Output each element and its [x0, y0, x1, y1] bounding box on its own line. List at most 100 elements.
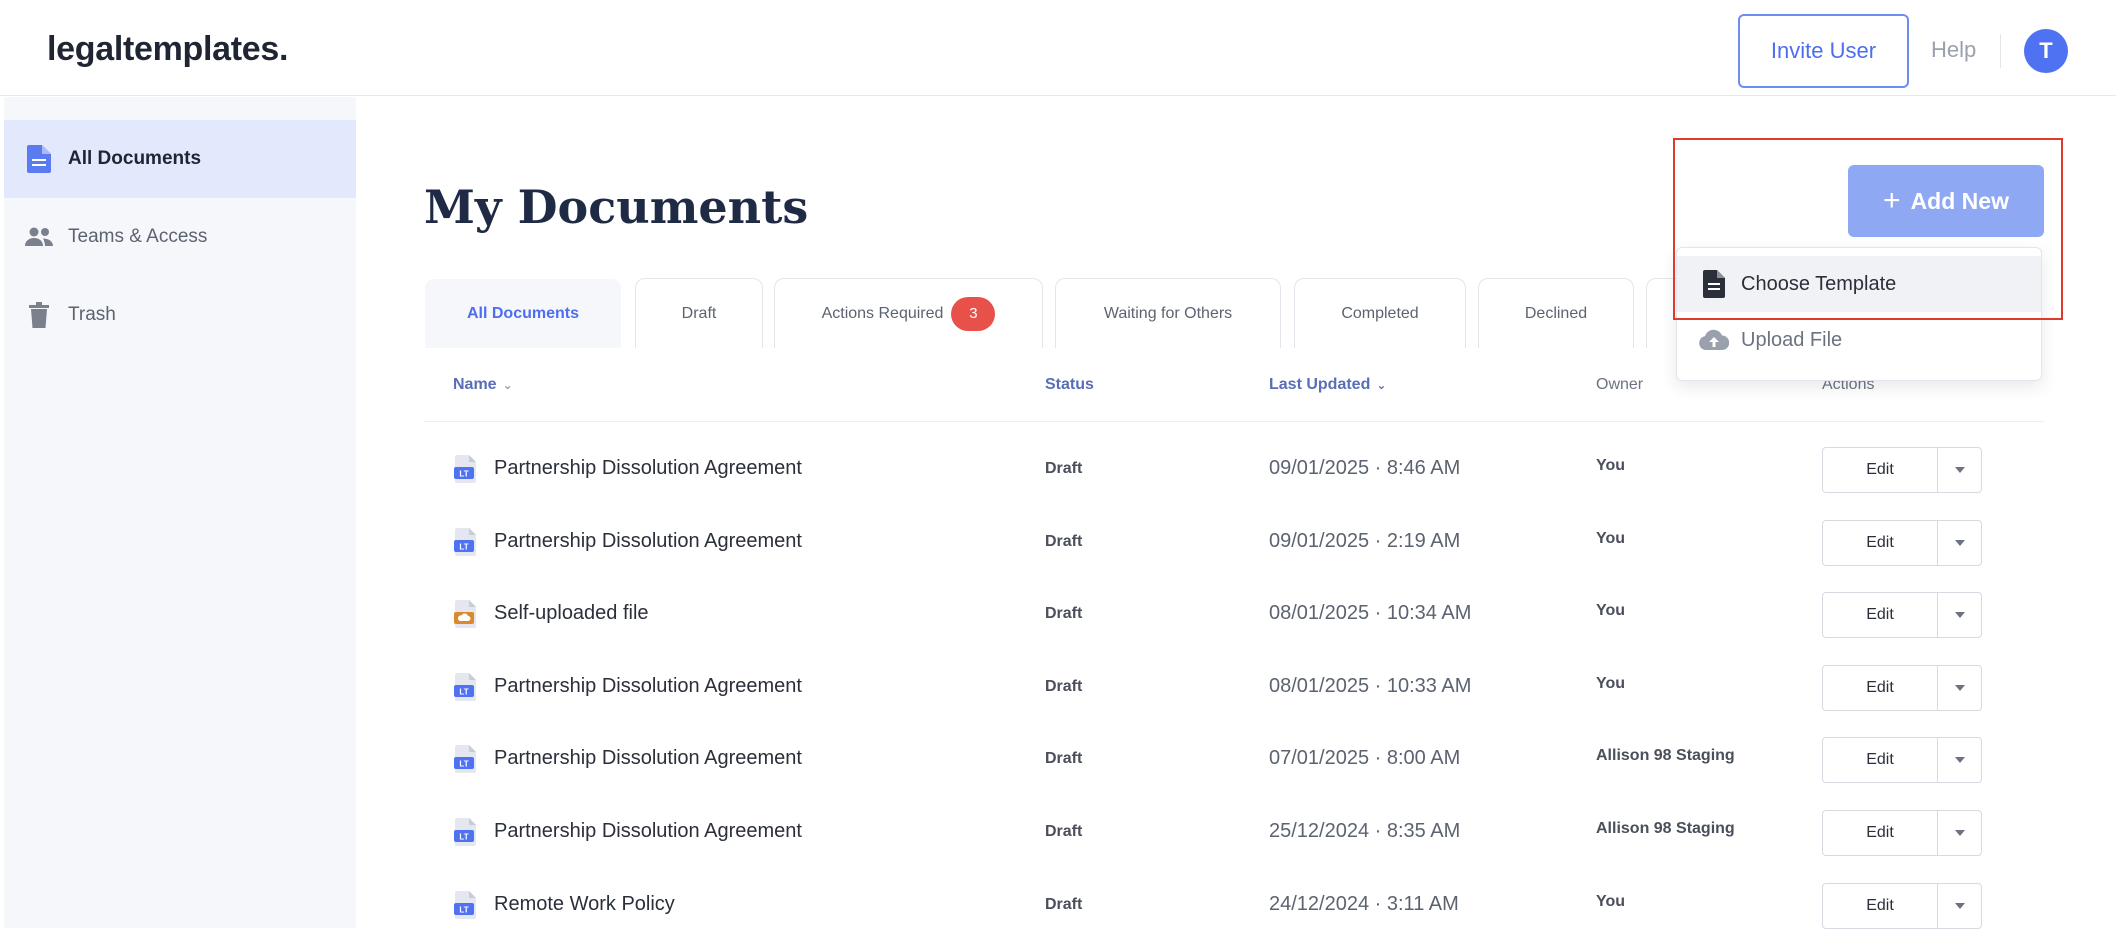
page-title: My Documents: [424, 180, 809, 234]
owner: You: [1596, 529, 1626, 547]
help-link[interactable]: Help: [1931, 37, 1976, 63]
add-new-button[interactable]: + Add New: [1848, 165, 2044, 237]
divider: [424, 421, 2044, 422]
document-name[interactable]: Remote Work Policy: [494, 893, 675, 916]
tab-all-documents[interactable]: All Documents: [424, 278, 622, 348]
tab-label: Completed: [1341, 304, 1419, 322]
last-updated: 09/01/2025 · 8:46 AM: [1269, 457, 1461, 479]
edit-button[interactable]: Edit: [1823, 593, 1938, 638]
legal-template-icon: LT: [454, 818, 482, 846]
top-bar: legaltemplates. Invite User Help T: [0, 0, 2116, 96]
document-name[interactable]: Partnership Dissolution Agreement: [494, 820, 802, 843]
owner: You: [1596, 457, 1626, 474]
table-row[interactable]: LT Partnership Dissolution Agreement Draft…: [424, 723, 2044, 795]
legal-template-icon: LT: [454, 890, 482, 919]
sidebar-item-all-documents[interactable]: All Documents: [4, 120, 356, 198]
sidebar: All Documents Teams & Access Trash: [4, 97, 356, 928]
tab-actions-required[interactable]: Actions Required 3: [774, 278, 1043, 348]
uploaded-file-icon: [454, 600, 482, 629]
edit-button[interactable]: Edit: [1823, 665, 1938, 710]
tab-declined[interactable]: Declined: [1478, 278, 1634, 348]
table-row[interactable]: Self-uploaded file Draft 08/01/2025 · 10:3…: [424, 578, 2044, 650]
edit-button[interactable]: Edit: [1823, 448, 1938, 492]
status-text: Draft: [1045, 677, 1083, 695]
status-text: Draft: [1045, 750, 1083, 768]
document-name[interactable]: Partnership Dissolution Agreement: [494, 530, 802, 553]
edit-button-group: Edit: [1822, 519, 1982, 566]
svg-text:LT: LT: [459, 905, 468, 914]
table-row[interactable]: LT Partnership Dissolution Agreement Draft…: [424, 506, 2044, 578]
table-row[interactable]: LT Partnership Dissolution Agreement Draft…: [424, 796, 2044, 868]
caret-down-icon: [1954, 684, 1965, 691]
more-actions-button[interactable]: [1938, 738, 1981, 782]
caret-down-icon: [1954, 830, 1965, 836]
tab-waiting-for-others[interactable]: Waiting for Others: [1055, 278, 1281, 348]
edit-button-group: Edit: [1822, 664, 1982, 711]
column-header-name[interactable]: Name ⌄: [453, 376, 513, 394]
invite-user-button[interactable]: Invite User: [1738, 14, 1909, 88]
more-actions-button[interactable]: [1938, 593, 1981, 637]
edit-button[interactable]: Edit: [1823, 811, 1938, 855]
sidebar-item-trash[interactable]: Trash: [4, 276, 356, 354]
edit-button-group: Edit: [1822, 447, 1982, 493]
owner: Allison 98 Staging: [1596, 820, 1735, 837]
add-new-label: Add New: [1910, 187, 2009, 214]
table-row[interactable]: LT Remote Work Policy Draft 24/12/2024 · 3:…: [424, 869, 2044, 941]
edit-button[interactable]: Edit: [1823, 883, 1938, 928]
tab-label: Draft: [681, 304, 717, 322]
edit-button[interactable]: Edit: [1823, 520, 1938, 565]
sidebar-item-label: All Documents: [68, 148, 202, 169]
tab-label: Waiting for Others: [1103, 304, 1233, 322]
count-badge: 3: [951, 296, 996, 331]
table-row[interactable]: LT Partnership Dissolution Agreement Draft…: [424, 433, 2044, 505]
last-updated: 08/01/2025 · 10:33 AM: [1269, 674, 1472, 697]
column-header-last-updated[interactable]: Last Updated ⌄: [1269, 376, 1386, 394]
avatar[interactable]: T: [2024, 29, 2068, 73]
legal-template-icon: LT: [454, 745, 482, 774]
edit-button[interactable]: Edit: [1823, 738, 1938, 783]
svg-text:LT: LT: [459, 542, 468, 551]
column-header-status: Status: [1045, 376, 1094, 393]
last-updated: 08/01/2025 · 10:34 AM: [1269, 602, 1472, 625]
table-row[interactable]: LT Partnership Dissolution Agreement Draft…: [424, 651, 2044, 723]
document-name[interactable]: Partnership Dissolution Agreement: [494, 747, 802, 770]
more-actions-button[interactable]: [1938, 448, 1981, 492]
tab-label: All Documents: [466, 304, 579, 322]
document-name[interactable]: Self-uploaded file: [494, 602, 649, 625]
document-name[interactable]: Partnership Dissolution Agreement: [494, 457, 802, 480]
documents-table: Name ⌄ Status Last Updated ⌄ Owner Actions…: [424, 348, 2044, 929]
status-text: Draft: [1045, 460, 1083, 477]
edit-button-group: Edit: [1822, 737, 1982, 784]
trash-icon: [24, 300, 54, 330]
document-icon: [1699, 269, 1729, 299]
sidebar-item-teams-access[interactable]: Teams & Access: [4, 198, 356, 276]
tab-draft[interactable]: Draft: [635, 278, 763, 348]
status-text: Draft: [1045, 532, 1083, 550]
divider: [2000, 34, 2001, 68]
caret-down-icon: [1954, 902, 1965, 909]
legal-template-icon: LT: [454, 455, 482, 483]
more-actions-button[interactable]: [1938, 521, 1981, 565]
more-actions-button[interactable]: [1938, 884, 1981, 928]
more-actions-button[interactable]: [1938, 666, 1981, 710]
sidebar-item-label: Trash: [68, 304, 116, 325]
people-icon: [24, 222, 54, 252]
legal-template-icon: LT: [454, 527, 482, 556]
chevron-down-icon: ⌄: [1376, 378, 1387, 392]
document-name[interactable]: Partnership Dissolution Agreement: [494, 675, 802, 698]
logo[interactable]: legaltemplates.: [47, 30, 288, 69]
menu-item-label: Choose Template: [1741, 272, 1897, 295]
menu-item-choose-template[interactable]: Choose Template: [1677, 256, 2041, 312]
caret-down-icon: [1954, 757, 1965, 764]
menu-item-upload-file[interactable]: Upload File: [1677, 312, 2041, 368]
tab-completed[interactable]: Completed: [1294, 278, 1466, 348]
chevron-down-icon: ⌄: [502, 378, 513, 392]
status-text: Draft: [1045, 605, 1083, 623]
document-icon: [24, 144, 54, 174]
legal-template-icon: LT: [454, 672, 482, 701]
plus-icon: +: [1883, 184, 1901, 217]
svg-text:LT: LT: [459, 833, 468, 842]
edit-button-group: Edit: [1822, 592, 1982, 639]
more-actions-button[interactable]: [1938, 811, 1981, 855]
caret-down-icon: [1954, 467, 1965, 473]
